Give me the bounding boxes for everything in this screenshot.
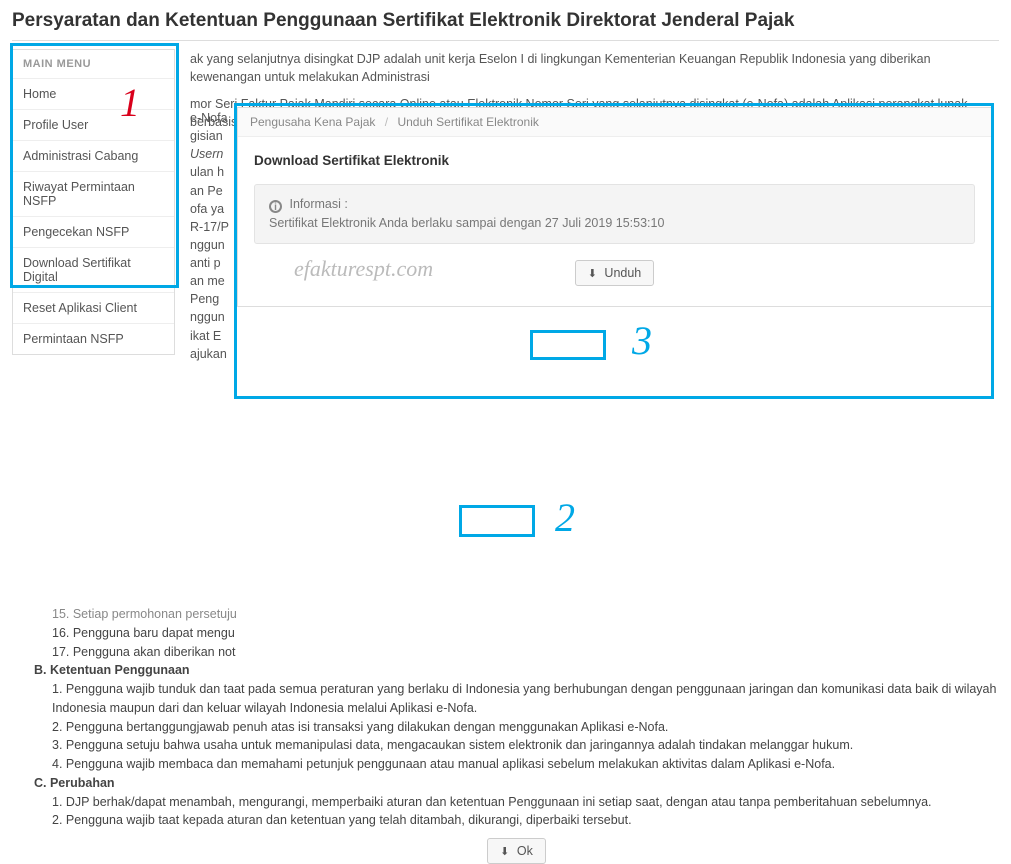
term-b3: 3. Pengguna setuju bahwa usaha untuk mem…: [34, 736, 999, 755]
sidebar-header: MAIN MENU: [13, 50, 174, 78]
term-c1: 1. DJP berhak/dapat menambah, mengurangi…: [34, 793, 999, 812]
sidebar-item-riwayat-nsfp[interactable]: Riwayat Permintaan NSFP: [13, 171, 174, 216]
term-17: 17. Pengguna akan diberikan not: [34, 643, 999, 662]
bg-p1: ak yang selanjutnya disingkat DJP adalah…: [190, 51, 999, 86]
bg-fragment-col: e-Nofa gisian Usern ulan h an Pe ofa ya …: [190, 109, 235, 363]
unduh-label: Unduh: [604, 266, 641, 280]
annotation-3: 3: [632, 317, 652, 364]
breadcrumb-sep: /: [385, 115, 388, 129]
section-b: B. Ketentuan Penggunaan: [34, 661, 999, 680]
terms-text: 15. Setiap permohonan persetuju 16. Peng…: [12, 605, 999, 864]
term-16: 16. Pengguna baru dapat mengu: [34, 624, 999, 643]
info-title: Informasi :: [289, 197, 347, 211]
ok-label: Ok: [517, 844, 533, 858]
term-c2: 2. Pengguna wajib taat kepada aturan dan…: [34, 811, 999, 830]
breadcrumb-b: Unduh Sertifikat Elektronik: [397, 115, 538, 129]
annotation-2: 2: [555, 494, 575, 541]
unduh-button[interactable]: ⬇ Unduh: [575, 260, 655, 286]
term-b1: 1. Pengguna wajib tunduk dan taat pada s…: [34, 680, 999, 718]
modal-heading: Download Sertifikat Elektronik: [254, 153, 975, 168]
download-icon: ⬇: [588, 268, 597, 280]
info-title-line: i Informasi :: [269, 195, 960, 214]
term-b4: 4. Pengguna wajib membaca dan memahami p…: [34, 755, 999, 774]
highlight-3: [530, 330, 606, 360]
info-box: i Informasi : Sertifikat Elektronik Anda…: [254, 184, 975, 244]
sidebar: MAIN MENU Home Profile User Administrasi…: [12, 49, 175, 355]
download-icon: ⬇: [500, 846, 509, 858]
sidebar-item-home[interactable]: Home: [13, 78, 174, 109]
sidebar-item-pengecekan-nsfp[interactable]: Pengecekan NSFP: [13, 216, 174, 247]
highlight-2: [459, 505, 535, 537]
sidebar-item-permintaan-nsfp[interactable]: Permintaan NSFP: [13, 323, 174, 354]
term-b2: 2. Pengguna bertanggungjawab penuh atas …: [34, 718, 999, 737]
main-container: ak yang selanjutnya disingkat DJP adalah…: [0, 49, 1011, 864]
sidebar-item-reset-client[interactable]: Reset Aplikasi Client: [13, 292, 174, 323]
section-c: C. Perubahan: [34, 774, 999, 793]
sidebar-item-admin-cabang[interactable]: Administrasi Cabang: [13, 140, 174, 171]
ok-button[interactable]: ⬇ Ok: [487, 838, 546, 864]
term-15-cut: 15. Setiap permohonan persetuju: [34, 605, 999, 624]
info-icon: i: [269, 200, 282, 213]
watermark: efakturespt.com: [294, 256, 433, 282]
sidebar-item-profile[interactable]: Profile User: [13, 109, 174, 140]
info-body: Sertifikat Elektronik Anda berlaku sampa…: [269, 214, 960, 233]
breadcrumb-a[interactable]: Pengusaha Kena Pajak: [250, 115, 375, 129]
download-modal: Pengusaha Kena Pajak / Unduh Sertifikat …: [237, 107, 992, 307]
page-title: Persyaratan dan Ketentuan Penggunaan Ser…: [0, 0, 1011, 40]
divider: [12, 40, 999, 41]
modal-body: Download Sertifikat Elektronik i Informa…: [238, 137, 991, 306]
breadcrumb: Pengusaha Kena Pajak / Unduh Sertifikat …: [238, 108, 991, 137]
sidebar-item-download-sertifikat[interactable]: Download Sertifikat Digital: [13, 247, 174, 292]
